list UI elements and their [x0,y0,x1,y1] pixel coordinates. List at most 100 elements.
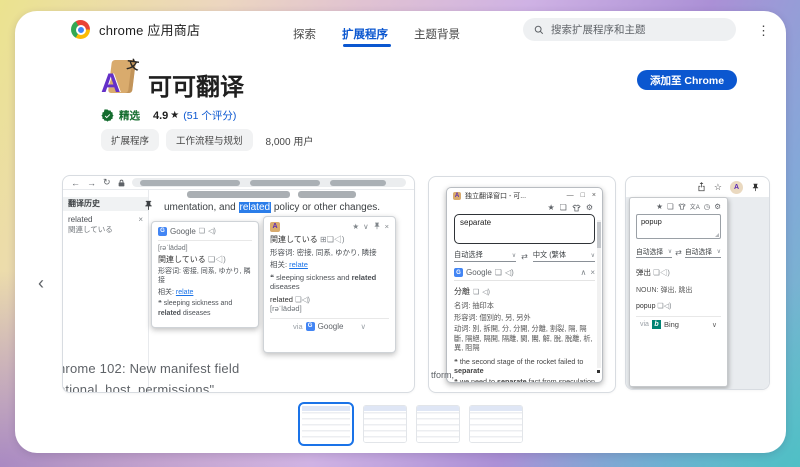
speaker-icon: ◁) [504,268,514,277]
extension-avatar: A [730,180,743,194]
lock-icon [118,179,124,186]
thumbnail-2[interactable] [363,405,407,443]
example-text: fact from speculation [526,376,595,383]
example-bold: related [158,309,181,317]
extension-mini-icon: A [453,191,461,200]
search-input[interactable]: 搜索扩展程序和主题 [523,18,736,41]
user-count: 8,000 用户 [265,136,314,148]
google-icon: G [454,268,463,277]
nav-item-extensions[interactable]: 扩展程序 [342,26,388,42]
result-word: 弹出 [636,268,651,277]
verb-line: 动词: 別, 拆開, 分, 分開, 分離, 割裂, 隔, 隔斷, 隔絕, 隔開,… [454,324,593,352]
extension-title: 可可翻译 [148,74,244,101]
translate-icon: 文A [689,205,700,211]
example-text: sleeping sickness and [276,272,352,282]
minimize-icon: — [566,192,574,199]
example-bold: separate [497,376,527,383]
example-text: diseases [180,309,211,317]
thumbnail-3[interactable] [416,405,460,443]
history-sidebar-title: 翻译历史 [63,197,148,211]
thumbnail-4[interactable] [469,405,523,443]
phonetic: [rəˈlādəd] [158,244,188,252]
chevron-down-icon: ∨ [711,321,717,329]
provider-label: Google [466,268,492,277]
translate-input: separate [454,214,595,244]
screenshot-3[interactable]: ☆ A ★ ❏ 文A ◷ ⚙ popup 自动选择 ∨ ⇄ 自动选择 ∨ 弹出 ❏◁… [625,176,770,390]
history-clock-icon: ◷ [703,202,711,211]
rating-star-icon: ★ [170,110,180,121]
share-icon [698,182,705,192]
google-mini-popup: G Google ❏ ◁) [rəˈlādəd] 関連している ❏◁) 形容词:… [151,221,259,328]
provider-label: Google [317,321,344,331]
thumbnail-1-selected[interactable] [298,402,354,446]
theme-shirt-icon [678,203,686,210]
example-text: the second stage of the rocket failed to [459,356,584,366]
source-language-select: 自动选择 ∨ [636,246,673,258]
nav-item-explore[interactable]: 探索 [293,26,316,42]
chip-workflow[interactable]: 工作流程与规划 [166,129,253,151]
store-page-card: chrome 应用商店 探索 扩展程序 主题背景 搜索扩展程序和主题 ⋮ A 文… [15,11,786,453]
quote-icon: ❝ [454,356,458,366]
screenshot-2[interactable]: A 独立翻译窗口 - 可... — □ × ★ ❏ ⚙ separate 自动选… [428,176,616,393]
target-language-select: 中文 (繁体 ∨ [532,250,596,262]
pos-line: 形容词: 密接, 同系, ゆかり, 隣接 [158,267,251,285]
rating-value: 4.9 [153,109,169,122]
chrome-logo-icon [71,20,90,39]
pin-icon [374,222,379,230]
bing-icon: b [651,320,661,329]
adj-line: 形容词: 個別的, 另, 另外 [454,312,531,322]
address-bar [131,178,406,187]
history-word: related [68,215,93,224]
provider-label: Bing [663,320,679,329]
copy-icon: ❏ [653,268,660,277]
reload-icon: ↻ [103,177,111,187]
favorite-icon: ★ [547,203,555,212]
speaker-icon: ◁) [215,255,226,264]
chevron-down-icon: ∨ [360,321,366,331]
example-bold: related [351,272,377,282]
page-text-clipped: tform, [431,370,455,380]
chevron-down-icon: ∨ [511,252,517,259]
rating-count-link[interactable]: (51 个评分) [183,108,236,123]
add-to-chrome-button[interactable]: 添加至 Chrome [637,70,738,90]
theme-shirt-icon [572,204,581,211]
forward-icon: → [87,177,96,188]
favorite-icon: ★ [352,222,360,232]
copy-icon: ❏ [326,235,334,244]
related-label: 相关: [158,288,176,296]
via-label: via [640,321,649,328]
speaker-icon: ◁) [663,303,672,310]
target-language-select: 自动选择 ∨ [684,246,722,258]
swap-languages-icon: ⇄ [675,247,682,257]
swap-languages-icon: ⇄ [521,251,528,261]
screenshot-1[interactable]: ← → ↻ 翻译历史 related × 関連している umentation, … [62,175,415,393]
speaker-icon: ◁) [301,294,311,304]
maximize-icon: □ [580,192,585,199]
back-icon: ← [71,177,80,188]
related-label: 相关: [270,260,290,269]
source-word: related [270,294,293,304]
source-word: popup [636,303,656,310]
chip-extensions[interactable]: 扩展程序 [101,129,160,151]
copy-icon: ❏ [666,202,674,211]
via-label: via [293,321,303,331]
browser-page: 翻译历史 related × 関連している umentation, and re… [63,190,414,392]
rating-row: 精选 4.9 ★ (51 个评分) [101,108,236,123]
browser-toolbar: ← → ↻ [63,176,414,190]
result-word: 分離 [454,287,470,296]
quote-icon: ❝ [454,376,458,383]
speaker-icon: ◁) [208,228,216,235]
close-icon: × [591,192,596,199]
speaker-icon: ◁) [482,288,490,296]
store-header-brand[interactable]: chrome 应用商店 [71,20,200,39]
extension-mini-icon: A [270,222,280,232]
carousel-prev-button[interactable]: ‹ [38,274,44,292]
related-link: relate [289,260,308,269]
nav-item-themes[interactable]: 主题背景 [414,26,460,42]
quote-icon: ❝ [270,272,275,282]
more-menu-icon[interactable]: ⋮ [757,23,770,39]
example-bold: separate [454,366,484,375]
provider-label: Google [170,227,196,236]
category-row: 扩展程序 工作流程与规划 8,000 用户 [101,129,313,151]
noun-line: 名词: 抽印本 [454,301,494,310]
